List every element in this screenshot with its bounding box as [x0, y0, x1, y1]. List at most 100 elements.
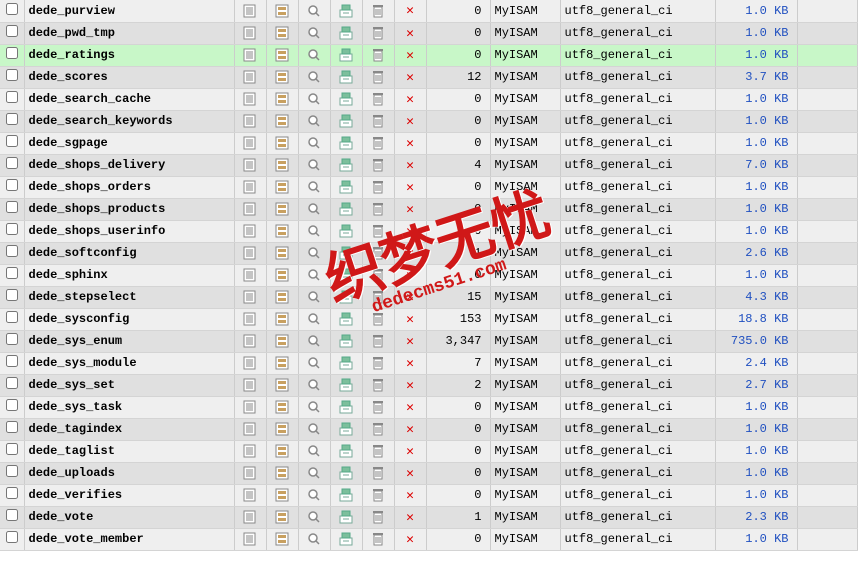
size-link[interactable]: 2.7 KB	[745, 378, 788, 392]
size-link[interactable]: 1.0 KB	[745, 136, 788, 150]
row-checkbox[interactable]	[6, 47, 18, 59]
empty-icon[interactable]	[370, 136, 386, 150]
empty-icon[interactable]	[370, 158, 386, 172]
row-checkbox[interactable]	[6, 157, 18, 169]
search-icon[interactable]	[306, 466, 322, 480]
browse-icon[interactable]	[242, 158, 258, 172]
structure-icon[interactable]	[274, 92, 290, 106]
structure-icon[interactable]	[274, 312, 290, 326]
insert-icon[interactable]	[338, 378, 354, 392]
browse-icon[interactable]	[242, 4, 258, 18]
browse-icon[interactable]	[242, 246, 258, 260]
drop-icon[interactable]: ✕	[406, 224, 414, 239]
search-icon[interactable]	[306, 444, 322, 458]
table-name-link[interactable]: dede_verifies	[29, 488, 123, 502]
table-name-link[interactable]: dede_sphinx	[29, 268, 108, 282]
structure-icon[interactable]	[274, 356, 290, 370]
browse-icon[interactable]	[242, 180, 258, 194]
search-icon[interactable]	[306, 532, 322, 546]
browse-icon[interactable]	[242, 26, 258, 40]
table-name-link[interactable]: dede_shops_delivery	[29, 158, 166, 172]
search-icon[interactable]	[306, 70, 322, 84]
search-icon[interactable]	[306, 334, 322, 348]
table-name-link[interactable]: dede_shops_userinfo	[29, 224, 166, 238]
empty-icon[interactable]	[370, 400, 386, 414]
insert-icon[interactable]	[338, 312, 354, 326]
structure-icon[interactable]	[274, 290, 290, 304]
insert-icon[interactable]	[338, 488, 354, 502]
structure-icon[interactable]	[274, 268, 290, 282]
insert-icon[interactable]	[338, 532, 354, 546]
structure-icon[interactable]	[274, 488, 290, 502]
table-name-link[interactable]: dede_sys_set	[29, 378, 115, 392]
size-link[interactable]: 18.8 KB	[738, 312, 788, 326]
drop-icon[interactable]: ✕	[406, 400, 414, 415]
structure-icon[interactable]	[274, 158, 290, 172]
row-checkbox[interactable]	[6, 377, 18, 389]
insert-icon[interactable]	[338, 422, 354, 436]
structure-icon[interactable]	[274, 26, 290, 40]
structure-icon[interactable]	[274, 180, 290, 194]
structure-icon[interactable]	[274, 444, 290, 458]
insert-icon[interactable]	[338, 4, 354, 18]
empty-icon[interactable]	[370, 180, 386, 194]
browse-icon[interactable]	[242, 70, 258, 84]
search-icon[interactable]	[306, 224, 322, 238]
size-link[interactable]: 1.0 KB	[745, 114, 788, 128]
search-icon[interactable]	[306, 268, 322, 282]
drop-icon[interactable]: ✕	[406, 246, 414, 261]
structure-icon[interactable]	[274, 466, 290, 480]
search-icon[interactable]	[306, 92, 322, 106]
insert-icon[interactable]	[338, 246, 354, 260]
search-icon[interactable]	[306, 158, 322, 172]
drop-icon[interactable]: ✕	[406, 312, 414, 327]
table-name-link[interactable]: dede_purview	[29, 4, 115, 18]
row-checkbox[interactable]	[6, 223, 18, 235]
browse-icon[interactable]	[242, 224, 258, 238]
row-checkbox[interactable]	[6, 3, 18, 15]
size-link[interactable]: 1.0 KB	[745, 488, 788, 502]
table-name-link[interactable]: dede_vote	[29, 510, 94, 524]
browse-icon[interactable]	[242, 290, 258, 304]
browse-icon[interactable]	[242, 488, 258, 502]
table-name-link[interactable]: dede_softconfig	[29, 246, 137, 260]
empty-icon[interactable]	[370, 26, 386, 40]
insert-icon[interactable]	[338, 400, 354, 414]
browse-icon[interactable]	[242, 466, 258, 480]
search-icon[interactable]	[306, 312, 322, 326]
structure-icon[interactable]	[274, 224, 290, 238]
structure-icon[interactable]	[274, 114, 290, 128]
structure-icon[interactable]	[274, 136, 290, 150]
row-checkbox[interactable]	[6, 333, 18, 345]
drop-icon[interactable]: ✕	[406, 180, 414, 195]
empty-icon[interactable]	[370, 444, 386, 458]
table-name-link[interactable]: dede_search_cache	[29, 92, 151, 106]
insert-icon[interactable]	[338, 356, 354, 370]
empty-icon[interactable]	[370, 532, 386, 546]
empty-icon[interactable]	[370, 510, 386, 524]
row-checkbox[interactable]	[6, 267, 18, 279]
row-checkbox[interactable]	[6, 289, 18, 301]
table-name-link[interactable]: dede_search_keywords	[29, 114, 173, 128]
insert-icon[interactable]	[338, 466, 354, 480]
search-icon[interactable]	[306, 136, 322, 150]
row-checkbox[interactable]	[6, 421, 18, 433]
row-checkbox[interactable]	[6, 25, 18, 37]
browse-icon[interactable]	[242, 532, 258, 546]
empty-icon[interactable]	[370, 224, 386, 238]
size-link[interactable]: 1.0 KB	[745, 4, 788, 18]
empty-icon[interactable]	[370, 422, 386, 436]
search-icon[interactable]	[306, 400, 322, 414]
drop-icon[interactable]: ✕	[406, 92, 414, 107]
structure-icon[interactable]	[274, 400, 290, 414]
table-name-link[interactable]: dede_shops_products	[29, 202, 166, 216]
table-name-link[interactable]: dede_sysconfig	[29, 312, 130, 326]
size-link[interactable]: 1.0 KB	[745, 444, 788, 458]
insert-icon[interactable]	[338, 444, 354, 458]
row-checkbox[interactable]	[6, 443, 18, 455]
structure-icon[interactable]	[274, 532, 290, 546]
table-name-link[interactable]: dede_vote_member	[29, 532, 144, 546]
drop-icon[interactable]: ✕	[406, 202, 414, 217]
search-icon[interactable]	[306, 246, 322, 260]
size-link[interactable]: 1.0 KB	[745, 92, 788, 106]
